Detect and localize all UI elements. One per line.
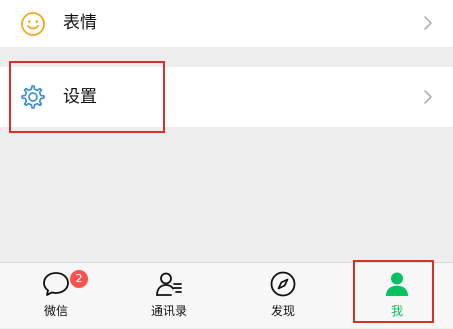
tab-discover[interactable]: 发现	[238, 263, 328, 329]
menu-row-settings-label: 设置	[63, 87, 97, 107]
tab-me[interactable]: 我	[352, 263, 442, 329]
menu-row-emoji-label: 表情	[63, 13, 97, 33]
chevron-right-icon	[424, 16, 432, 30]
chevron-right-icon	[424, 90, 432, 104]
tab-chats[interactable]: 2 微信	[11, 263, 101, 329]
tab-contacts[interactable]: 通讯录	[124, 263, 214, 329]
tab-discover-label: 发现	[270, 304, 295, 318]
chat-bubble-icon	[43, 272, 69, 296]
unread-badge: 2	[70, 270, 88, 288]
bottom-tab-bar: 2 微信 通讯录 发现 我	[0, 262, 453, 328]
tab-contacts-label: 通讯录	[150, 304, 187, 318]
gear-icon	[21, 85, 45, 109]
menu-row-emoji[interactable]: 表情	[0, 0, 453, 47]
compass-icon	[270, 271, 296, 297]
person-icon	[386, 272, 408, 296]
tab-chats-label: 微信	[43, 304, 68, 318]
tab-me-label: 我	[390, 304, 403, 318]
menu-row-settings[interactable]: 设置	[0, 67, 453, 127]
smiley-icon	[21, 12, 45, 36]
contacts-icon	[156, 272, 182, 296]
